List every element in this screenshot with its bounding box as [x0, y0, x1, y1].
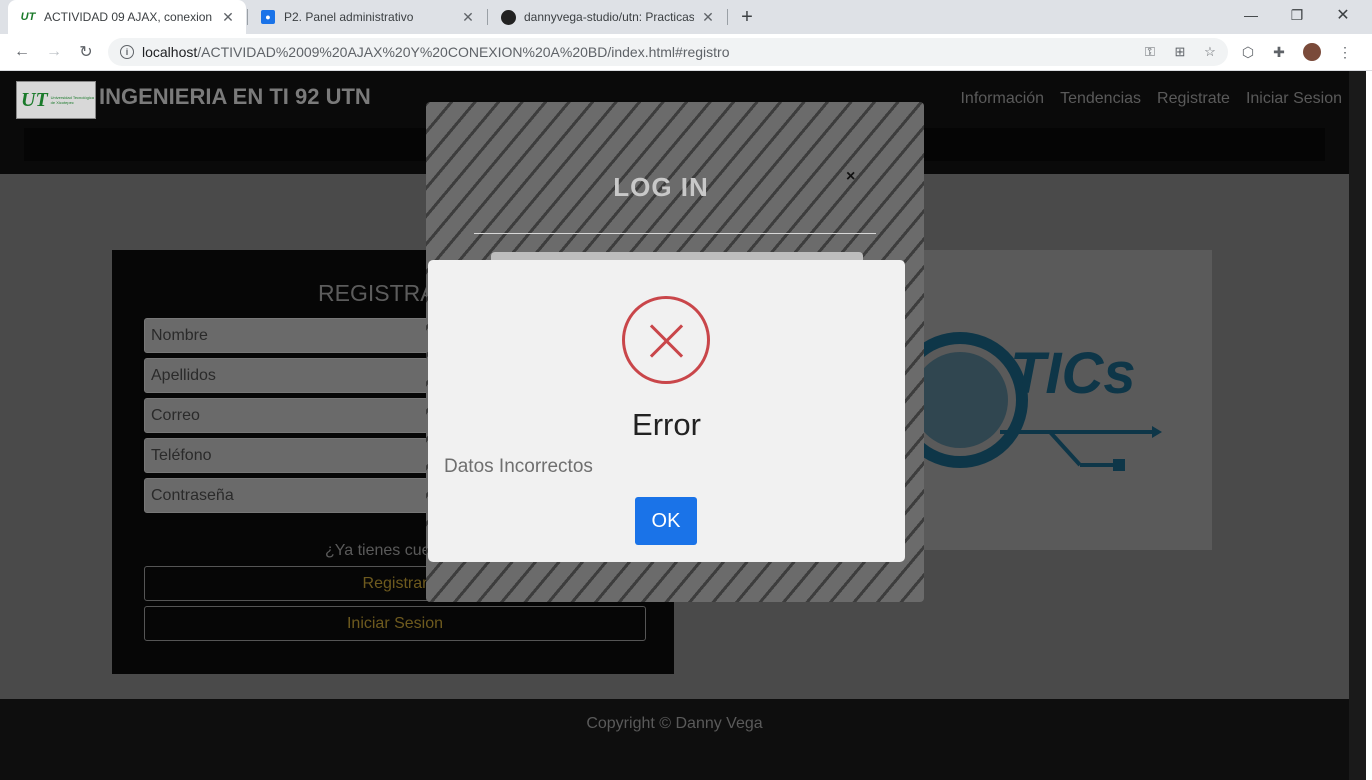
tab-separator — [727, 9, 728, 25]
tics-logo-panel: TICs — [900, 250, 1212, 550]
login-title: LOG IN — [613, 172, 709, 202]
translate-icon[interactable]: ⊞ — [1172, 44, 1188, 60]
tab-github[interactable]: dannyvega-studio/utn: Practicas ✕ — [488, 0, 726, 34]
new-tab-button[interactable]: + — [737, 7, 757, 27]
ut-logo[interactable]: UT Universidad Tecnológica de Xicotepec — [16, 81, 96, 119]
tab-title: dannyvega-studio/utn: Practicas — [524, 10, 694, 24]
login-divider — [474, 233, 876, 234]
nav-link-informacion[interactable]: Información — [960, 90, 1044, 108]
ok-button[interactable]: OK — [635, 497, 697, 545]
tab-close-icon[interactable]: ✕ — [460, 9, 476, 25]
github-icon — [500, 9, 516, 25]
person-doc-icon: ● — [260, 9, 276, 25]
reload-button[interactable]: ↻ — [76, 42, 96, 62]
site-footer: Copyright © Danny Vega — [0, 699, 1349, 780]
window-close-button[interactable]: ✕ — [1320, 0, 1366, 30]
profile-avatar[interactable] — [1303, 43, 1321, 61]
key-icon[interactable]: ⚿ — [1142, 44, 1158, 60]
tab-close-icon[interactable]: ✕ — [700, 9, 716, 25]
ut-logo-subtext: Universidad Tecnológica de Xicotepec — [50, 95, 94, 105]
copyright-text: Copyright © Danny Vega — [586, 715, 763, 732]
forward-button[interactable]: → — [44, 42, 64, 62]
tics-logo-text: TICs — [1010, 341, 1136, 406]
extensions-puzzle-icon[interactable]: ✚ — [1270, 43, 1288, 61]
tab-close-icon[interactable]: ✕ — [220, 9, 236, 25]
site-brand[interactable]: INGENIERIA EN TI 92 UTN — [99, 84, 371, 110]
nav-link-iniciar-sesion[interactable]: Iniciar Sesion — [1246, 90, 1342, 108]
alert-message: Datos Incorrectos — [444, 456, 593, 477]
tab-title: ACTIVIDAD 09 AJAX, conexion y c — [44, 10, 214, 24]
nav-links: Información Tendencias Registrate Inicia… — [960, 90, 1342, 108]
address-bar[interactable]: i localhost/ACTIVIDAD%2009%20AJAX%20Y%20… — [108, 38, 1228, 66]
error-x-icon — [622, 296, 710, 384]
browser-tab-bar: UT ACTIVIDAD 09 AJAX, conexion y c ✕ ● P… — [0, 0, 1372, 34]
url-text: localhost/ACTIVIDAD%2009%20AJAX%20Y%20CO… — [142, 44, 730, 60]
login-close-icon[interactable]: × — [846, 168, 855, 186]
minimize-button[interactable]: — — [1228, 0, 1274, 30]
url-path: /ACTIVIDAD%2009%20AJAX%20Y%20CONEXION%20… — [197, 44, 730, 60]
tab-title: P2. Panel administrativo — [284, 10, 414, 24]
have-account-text: ¿Ya tienes cue — [325, 542, 431, 559]
nav-link-registrate[interactable]: Registrate — [1157, 90, 1230, 108]
browser-menu-icon[interactable]: ⋮ — [1336, 43, 1354, 61]
extension-cube-icon[interactable]: ⬡ — [1239, 43, 1257, 61]
register-title: REGISTRA — [318, 280, 436, 306]
alert-title: Error — [632, 407, 701, 442]
ut-logo-mark: UT — [21, 88, 48, 111]
nav-link-tendencias[interactable]: Tendencias — [1060, 90, 1141, 108]
url-host: localhost — [142, 44, 198, 60]
iniciar-sesion-button[interactable]: Iniciar Sesion — [144, 606, 646, 641]
tab-actividad[interactable]: UT ACTIVIDAD 09 AJAX, conexion y c ✕ — [8, 0, 246, 34]
tab-panel-administrativo[interactable]: ● P2. Panel administrativo ✕ — [248, 0, 486, 34]
site-info-icon[interactable]: i — [120, 45, 134, 59]
ut-favicon-icon: UT — [20, 11, 36, 23]
error-alert-dialog: Error Datos Incorrectos OK — [428, 260, 905, 562]
page-scrollbar[interactable] — [1349, 71, 1366, 780]
back-button[interactable]: ← — [12, 42, 32, 62]
browser-toolbar: ← → ↻ i localhost/ACTIVIDAD%2009%20AJAX%… — [0, 34, 1372, 71]
star-icon[interactable]: ☆ — [1202, 44, 1218, 60]
restore-button[interactable]: ❐ — [1274, 0, 1320, 30]
